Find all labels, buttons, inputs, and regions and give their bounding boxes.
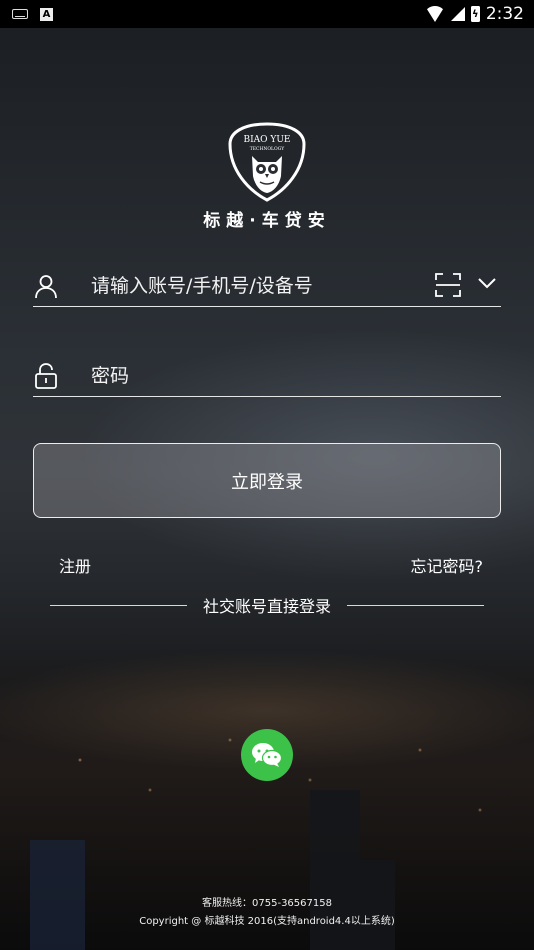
battery-charging-icon: ϟ [470, 6, 480, 22]
status-bar: A ϟ 2:32 [0, 0, 534, 28]
password-input[interactable] [91, 365, 411, 387]
chevron-down-icon[interactable] [477, 276, 497, 290]
login-button[interactable]: 立即登录 [33, 443, 501, 518]
lock-icon [35, 363, 57, 389]
copyright-text: Copyright @ 标越科技 2016(支持android4.4以上系统) [139, 916, 395, 927]
account-field [33, 266, 501, 307]
password-field [33, 356, 501, 397]
owl-logo: BIAO YUE TECHNOLOGY [228, 122, 306, 202]
account-input[interactable] [91, 275, 411, 297]
keyboard-icon [12, 9, 28, 19]
brand-name: 标越·车贷安 [203, 211, 331, 231]
divider-line [50, 604, 187, 606]
user-icon [35, 275, 57, 299]
social-login-label: 社交账号直接登录 [203, 597, 332, 616]
social-login-divider: 社交账号直接登录 [50, 593, 485, 617]
wifi-icon [424, 6, 445, 22]
customer-hotline: 客服热线：0755-36567158 [202, 898, 332, 909]
wechat-login-button[interactable] [241, 729, 293, 781]
logo-text-top: BIAO YUE [243, 135, 290, 145]
status-time: 2:32 [485, 4, 524, 24]
scan-icon[interactable] [435, 272, 461, 298]
notification-a-icon: A [40, 7, 53, 21]
cell-signal-icon [450, 7, 465, 21]
wechat-icon [252, 743, 283, 767]
register-link[interactable]: 注册 [59, 553, 91, 577]
divider-line [347, 604, 485, 606]
forgot-password-link[interactable]: 忘记密码? [411, 553, 484, 577]
logo-text-sub: TECHNOLOGY [250, 146, 285, 152]
